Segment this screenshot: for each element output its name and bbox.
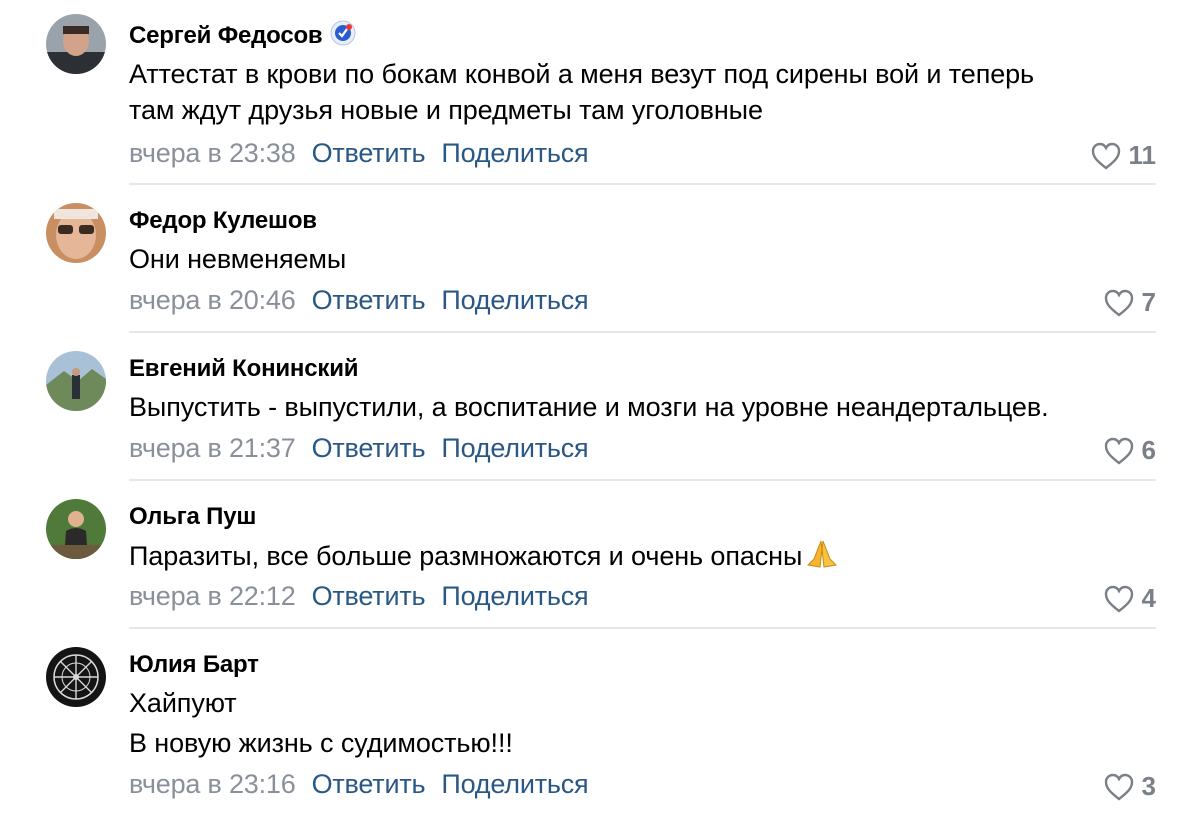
author-name-text[interactable]: Сергей Федосов (129, 22, 323, 49)
like-count: 6 (1141, 435, 1156, 465)
author-name[interactable]: Юлия Барт (129, 651, 259, 679)
timestamp[interactable]: вчера в 23:38 (129, 138, 296, 168)
like-button[interactable]: 11 (1091, 140, 1157, 171)
comment-item: Федор Кулешов Они невменяемы вчера в 20:… (0, 185, 1200, 333)
user-photo-icon (46, 351, 106, 411)
author-name[interactable]: Федор Кулешов (129, 207, 317, 235)
folded-hands-emoji (807, 540, 838, 568)
user-photo-icon (46, 14, 106, 74)
author-name[interactable]: Ольга Пуш (129, 503, 256, 531)
comment-text-line: там ждут друзья новые и предметы там уго… (129, 95, 763, 125)
heart-icon (1104, 773, 1133, 801)
comment-meta: вчера в 23:16 Ответить Поделиться (129, 769, 589, 800)
avatar[interactable] (46, 203, 106, 263)
like-button[interactable]: 4 (1104, 583, 1156, 614)
avatar[interactable] (46, 14, 106, 74)
heart-icon (1104, 585, 1133, 613)
heart-icon (1104, 289, 1133, 317)
comment-item: Юлия Барт Хайпуют В новую жизнь с судимо… (0, 629, 1200, 814)
comment-item: Евгений Конинский Выпустить - выпустили,… (0, 333, 1200, 481)
share-link[interactable]: Поделиться (441, 581, 588, 611)
comment-text-line: Аттестат в крови по бокам конвой а меня … (129, 59, 1035, 89)
author-name[interactable]: Сергей Федосов (129, 20, 356, 50)
comment-text: Паразиты, все больше размножаются и очен… (129, 537, 840, 574)
share-link[interactable]: Поделиться (441, 433, 588, 463)
comment-item: Сергей Федосов Аттестат в крови по бокам… (0, 0, 1200, 185)
comment-item: Ольга Пуш Паразиты, все больше размножаю… (0, 481, 1200, 629)
comment-text-line: Они невменяемы (129, 244, 347, 274)
like-count: 4 (1141, 583, 1156, 613)
reply-link[interactable]: Ответить (312, 769, 426, 799)
like-button[interactable]: 7 (1104, 287, 1156, 318)
comment-meta: вчера в 20:46 Ответить Поделиться (129, 285, 589, 316)
timestamp[interactable]: вчера в 20:46 (129, 285, 296, 315)
share-link[interactable]: Поделиться (441, 285, 588, 315)
comment-meta: вчера в 22:12 Ответить Поделиться (129, 581, 589, 612)
like-button[interactable]: 6 (1104, 435, 1156, 466)
author-name[interactable]: Евгений Конинский (129, 355, 359, 383)
comment-meta: вчера в 21:37 Ответить Поделиться (129, 433, 589, 464)
comment-text-line: Паразиты, все больше размножаются и очен… (129, 541, 803, 571)
heart-icon (1091, 142, 1120, 170)
like-count: 11 (1128, 140, 1157, 170)
avatar[interactable] (46, 351, 106, 411)
share-link[interactable]: Поделиться (441, 138, 588, 168)
like-count: 7 (1141, 287, 1156, 317)
reply-link[interactable]: Ответить (312, 581, 426, 611)
comments-feed: Сергей Федосов Аттестат в крови по бокам… (0, 0, 1200, 814)
reply-link[interactable]: Ответить (312, 138, 426, 168)
user-photo-icon (46, 203, 106, 263)
timestamp[interactable]: вчера в 21:37 (129, 433, 296, 463)
avatar[interactable] (46, 499, 106, 559)
verified-badge-icon (330, 20, 356, 46)
like-count: 3 (1141, 771, 1156, 801)
comment-text-line: В новую жизнь с судимостью!!! (129, 728, 513, 758)
comment-text-line: Выпустить - выпустили, а воспитание и мо… (129, 392, 1049, 422)
emblem-icon (46, 647, 106, 707)
user-photo-icon (46, 499, 106, 559)
reply-link[interactable]: Ответить (312, 433, 426, 463)
timestamp[interactable]: вчера в 23:16 (129, 769, 296, 799)
heart-icon (1104, 437, 1133, 465)
comment-meta: вчера в 23:38 Ответить Поделиться (129, 138, 589, 169)
timestamp[interactable]: вчера в 22:12 (129, 581, 296, 611)
like-button[interactable]: 3 (1104, 771, 1156, 802)
avatar[interactable] (46, 647, 106, 707)
reply-link[interactable]: Ответить (312, 285, 426, 315)
comment-text-line: Хайпуют (129, 688, 237, 718)
share-link[interactable]: Поделиться (441, 769, 588, 799)
